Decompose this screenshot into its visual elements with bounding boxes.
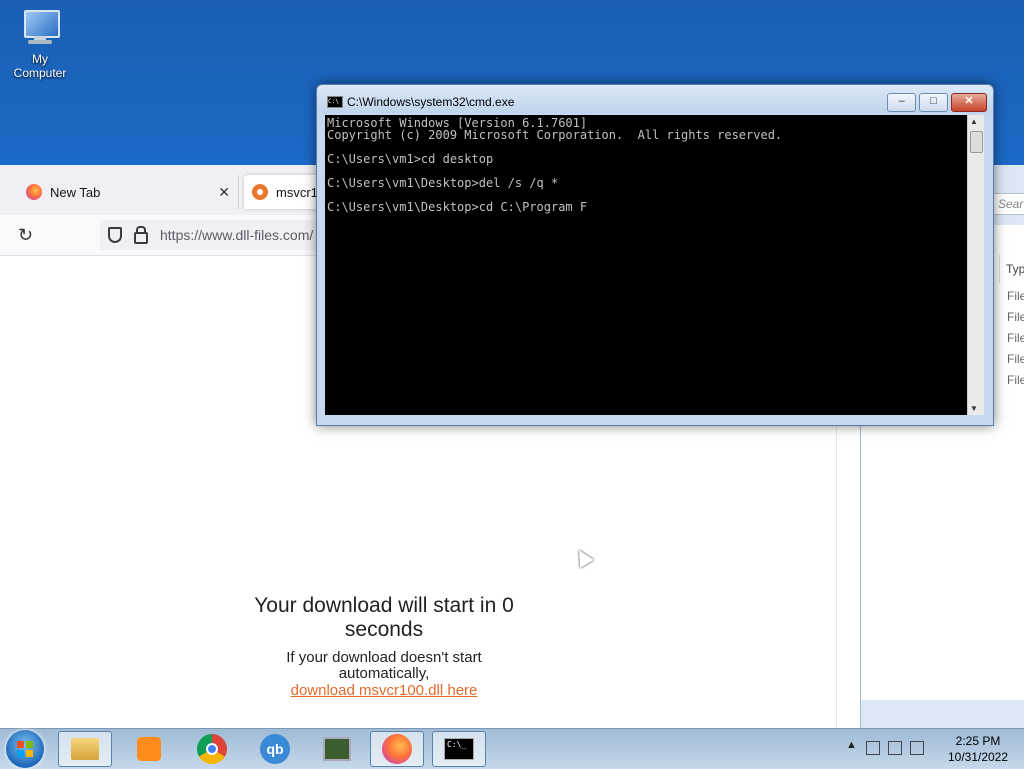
close-button[interactable]: ✕ [951, 93, 987, 112]
network-icon[interactable] [866, 741, 880, 755]
maximize-button[interactable]: □ [919, 93, 948, 112]
file-type-cell: File [1007, 310, 1024, 324]
media-player-icon [137, 737, 161, 761]
system-tray [866, 741, 924, 755]
date-text: 10/31/2022 [947, 750, 1009, 764]
tab-new-tab[interactable]: New Tab ✕ [14, 175, 239, 209]
action-center-icon[interactable] [888, 741, 902, 755]
taskbar-explorer[interactable] [58, 731, 112, 767]
cmd-icon: C:\ [327, 96, 343, 108]
taskbar-chrome[interactable] [185, 731, 239, 767]
download-link[interactable]: download msvcr100.dll here [264, 682, 504, 699]
clock[interactable]: 2:25 PM 10/31/2022 [936, 733, 1020, 765]
taskbar-task-manager[interactable] [310, 731, 364, 767]
firefox-favicon-icon [26, 184, 42, 200]
qbittorrent-icon: qb [260, 734, 290, 764]
file-type-cell: File [1007, 289, 1024, 303]
gear-favicon-icon [252, 184, 268, 200]
download-subtitle: If your download doesn't start automatic… [286, 649, 482, 682]
firefox-icon [382, 734, 412, 764]
scroll-down-icon[interactable]: ▼ [970, 404, 978, 413]
time-text: 2:25 PM [955, 734, 1001, 748]
computer-icon [18, 8, 62, 48]
vertical-scrollbar[interactable]: ▲ ▼ [967, 115, 984, 415]
tab-label: New Tab [50, 184, 101, 200]
start-button[interactable] [6, 730, 44, 768]
scroll-up-icon[interactable]: ▲ [970, 117, 978, 126]
taskbar-qbittorrent[interactable]: qb [248, 731, 302, 767]
taskbar: qb C:\_ ▲ 2:25 PM 10/31/2022 [0, 728, 1024, 769]
search-input[interactable]: Sear [993, 193, 1024, 215]
taskbar-cmd[interactable]: C:\_ [432, 731, 486, 767]
cmd-icon: C:\_ [444, 738, 474, 760]
file-type-cell: File [1007, 373, 1024, 387]
minimize-button[interactable]: – [887, 93, 916, 112]
cmd-titlebar[interactable]: C:\ C:\Windows\system32\cmd.exe – □ ✕ [317, 85, 993, 113]
file-type-cell: File [1007, 331, 1024, 345]
lock-icon[interactable] [134, 226, 148, 244]
taskbar-firefox[interactable] [370, 731, 424, 767]
close-icon[interactable]: ✕ [218, 184, 230, 201]
folder-icon [71, 738, 99, 760]
console-output[interactable]: Microsoft Windows [Version 6.1.7601] Cop… [325, 115, 967, 415]
volume-icon[interactable] [910, 741, 924, 755]
show-hidden-icons-icon[interactable]: ▲ [846, 739, 857, 751]
my-computer-desktop-icon[interactable]: My Computer [4, 8, 76, 80]
taskbar-media-player[interactable] [122, 731, 176, 767]
scroll-thumb[interactable] [970, 131, 983, 153]
task-manager-icon [323, 737, 351, 761]
desktop-icon-label: My Computer [13, 52, 67, 80]
download-title: Your download will start in 0 seconds [254, 594, 514, 641]
chrome-icon [197, 734, 227, 764]
cmd-window: C:\ C:\Windows\system32\cmd.exe – □ ✕ Mi… [316, 84, 994, 426]
window-title: C:\Windows\system32\cmd.exe [347, 95, 515, 109]
reload-icon[interactable]: ↻ [18, 225, 33, 246]
type-column-header[interactable]: Typ [999, 255, 1024, 283]
windows-logo-icon [17, 741, 33, 757]
url-text[interactable]: https://www.dll-files.com/ [160, 227, 313, 243]
file-type-cell: File [1007, 352, 1024, 366]
shield-icon[interactable] [108, 227, 122, 243]
